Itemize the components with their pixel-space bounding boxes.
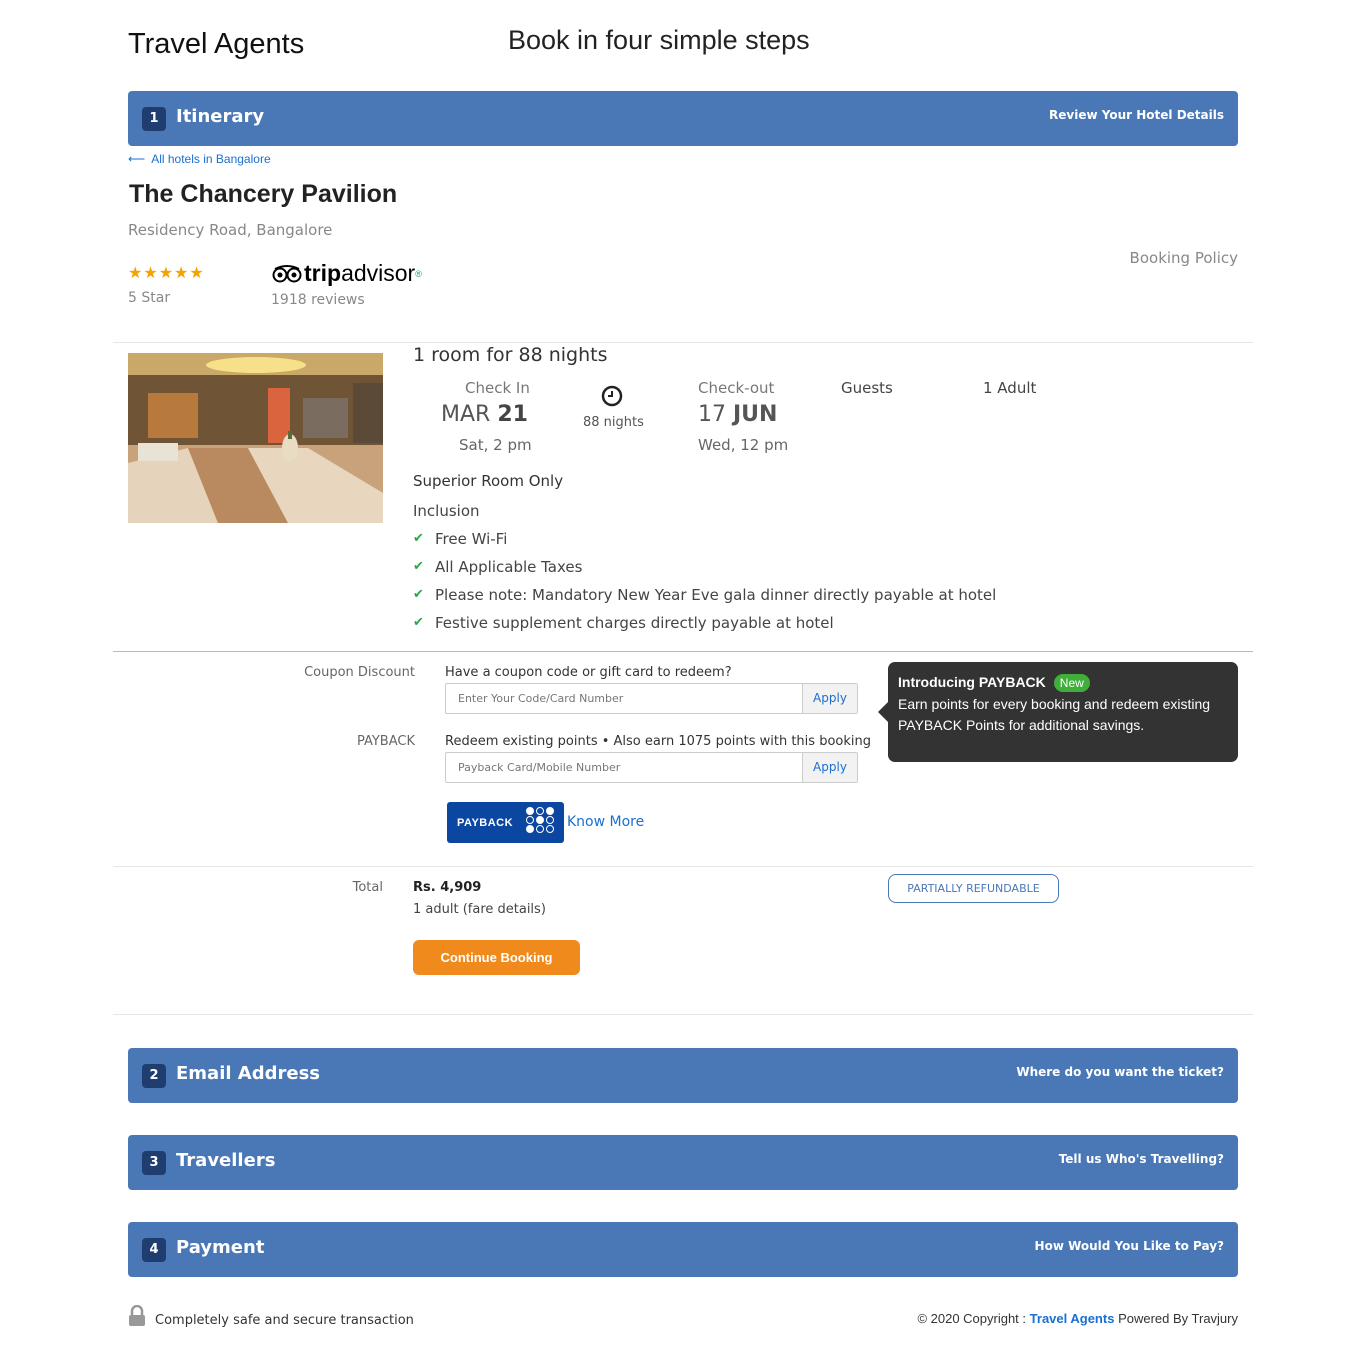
star-label: 5 Star [128,290,171,306]
divider [113,866,1253,867]
step-label: Travellers [176,1150,276,1171]
tooltip-body: Earn points for every booking and redeem… [898,696,1211,733]
coupon-input[interactable] [446,684,802,713]
step-label: Itinerary [176,106,265,127]
checkin-time: Sat, 2 pm [459,436,532,454]
coupon-input-group: Apply [445,683,858,714]
star-icon: ★ [143,263,159,282]
list-item: ✔ Please note: Mandatory New Year Eve gal… [413,586,996,614]
check-icon: ✔ [413,559,424,574]
checkout-day: 17 [698,402,726,427]
back-link-label: All hotels in Bangalore [151,152,271,166]
secure-transaction-text: Completely safe and secure transaction [155,1313,414,1328]
payback-dots-icon [526,807,555,833]
booking-policy-link[interactable]: Booking Policy [1130,249,1238,267]
room-summary: 1 room for 88 nights [413,344,608,366]
list-item: ✔ Festive supplement charges directly pay… [413,614,996,642]
back-to-hotels-link[interactable]: ⟵ All hotels in Bangalore [128,152,271,166]
star-icon: ★ [174,263,190,282]
step-hint: Where do you want the ticket? [1016,1065,1224,1079]
site-title: Travel Agents [128,28,305,60]
check-icon: ✔ [413,531,424,546]
checkin-date: MAR 21 [441,402,528,427]
hotel-address: Residency Road, Bangalore [128,221,333,239]
list-item: ✔ All Applicable Taxes [413,558,996,586]
check-icon: ✔ [413,587,424,602]
steps-title: Book in four simple steps [508,25,810,55]
hotel-photo [128,353,383,523]
inclusion-list: ✔ Free Wi-Fi ✔ All Applicable Taxes ✔ Pleas… [413,530,996,642]
divider [113,342,1253,343]
coupon-caption: Have a coupon code or gift card to redee… [445,665,732,680]
star-icon: ★ [158,263,175,282]
room-type: Superior Room Only [413,472,564,490]
payback-logo: PAYBACK [447,802,564,843]
payback-label: PAYBACK [356,734,415,749]
tooltip-title: Introducing PAYBACK [898,674,1046,690]
know-more-link[interactable]: Know More [567,814,644,830]
step-number: 1 [142,107,166,131]
star-rating: ★★★★★ [128,263,205,282]
checkin-day: 21 [497,402,528,427]
step-hint: Tell us Who's Travelling? [1058,1152,1224,1166]
list-item: ✔ Free Wi-Fi [413,530,996,558]
step-bar-email[interactable]: 2 Email Address Where do you want the ti… [128,1048,1238,1103]
step-number: 3 [142,1151,166,1175]
payback-caption: Redeem existing points • Also earn 1075 … [445,734,871,749]
payback-input-group: Apply [445,752,858,783]
tripadvisor-brand-b: advisor [341,260,416,286]
total-label: Total [352,880,383,895]
coupon-apply-button[interactable]: Apply [802,684,857,713]
step-number: 2 [142,1064,166,1088]
refund-badge[interactable]: PARTIALLY REFUNDABLE [888,874,1059,903]
step-bar-payment[interactable]: 4 Payment How Would You Like to Pay? [128,1222,1238,1277]
inclusion-title: Inclusion [413,502,480,520]
checkout-month: JUN [733,402,778,427]
checkin-month: MAR [441,402,491,427]
step-label: Email Address [176,1063,321,1084]
star-icon: ★ [189,263,205,282]
tripadvisor-brand-a: trip [304,260,342,286]
tripadvisor-reviews[interactable]: 1918 reviews [271,292,365,308]
continue-booking-button[interactable]: Continue Booking [413,940,580,975]
copyright: © 2020 Copyright : Travel Agents Powered… [917,1311,1238,1326]
payback-apply-button[interactable]: Apply [802,753,857,782]
total-amount: Rs. 4,909 [413,880,482,895]
check-icon: ✔ [413,615,424,630]
hotel-name: The Chancery Pavilion [129,180,398,208]
step-number: 4 [142,1238,166,1262]
nights-count: 88 nights [583,415,644,430]
divider [113,651,1253,652]
checkin-label: Check In [465,379,530,397]
step-bar-travellers[interactable]: 3 Travellers Tell us Who's Travelling? [128,1135,1238,1190]
step-bar-itinerary[interactable]: 1 Itinerary Review Your Hotel Details [128,91,1238,146]
tripadvisor-owl-icon [272,264,302,284]
checkout-time: Wed, 12 pm [698,436,789,454]
lock-icon [128,1304,146,1331]
new-badge: New [1053,674,1090,692]
payback-input[interactable] [446,753,802,782]
checkout-date: 17 JUN [698,402,777,427]
step-label: Payment [176,1237,265,1258]
payback-tooltip: Introducing PAYBACK New Earn points for e… [878,662,1238,762]
star-icon: ★ [128,263,144,282]
step-hint: Review Your Hotel Details [1049,108,1224,122]
step-hint: How Would You Like to Pay? [1034,1239,1224,1253]
divider [113,1014,1253,1015]
clock-icon [601,385,623,411]
fare-details[interactable]: 1 adult (fare details) [413,902,546,917]
coupon-label: Coupon Discount [304,665,415,680]
guests-label: Guests [841,379,893,397]
checkout-label: Check-out [698,379,775,397]
arrow-left-icon: ⟵ [128,152,146,166]
guests-value: 1 Adult [983,379,1037,397]
tripadvisor-logo: trip advisor ® [272,260,422,287]
brand-link[interactable]: Travel Agents [1030,1311,1115,1326]
